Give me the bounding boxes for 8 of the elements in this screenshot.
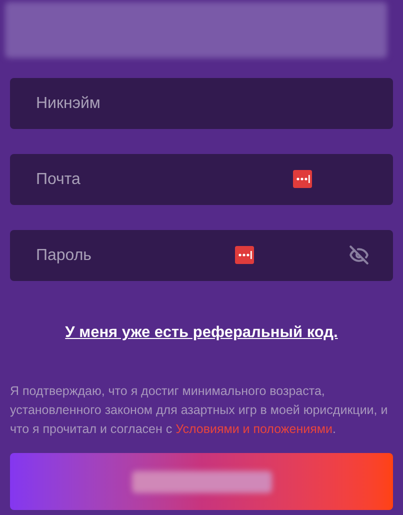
consent-text: Я подтверждаю, что я достиг минимального возраста, установленного законом для азартных игр в моей юрисдикции, и что я прочитал и согласен с Условиями и положениями. xyxy=(10,383,389,438)
input-field[interactable]: Пароль xyxy=(10,230,393,281)
input-field[interactable]: Никнэйм xyxy=(10,78,393,129)
password-manager-icon[interactable] xyxy=(293,170,312,188)
eye-off-icon[interactable] xyxy=(349,245,369,265)
input-field[interactable]: Почта xyxy=(10,154,393,205)
password-manager-icon[interactable] xyxy=(235,246,254,264)
referral-link[interactable]: У меня уже есть реферальный код. xyxy=(65,321,338,344)
